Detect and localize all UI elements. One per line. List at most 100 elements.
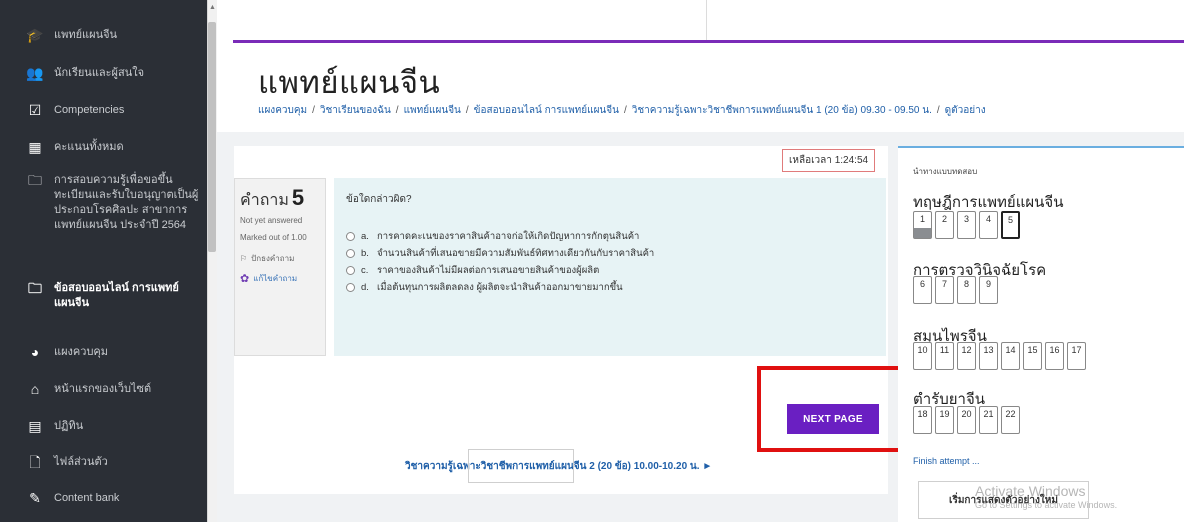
nav-question-button[interactable]: 20 [957, 406, 976, 434]
nav-question-button[interactable]: 21 [979, 406, 998, 434]
graduation-cap-icon: 🎓 [26, 27, 44, 43]
question-content: ข้อใดกล่าวผิด? a. การคาดคะเนของราคาสินค้… [334, 178, 886, 356]
next-link-tooltip-box [468, 449, 574, 483]
nav-question-button[interactable]: 22 [1001, 406, 1020, 434]
answer-letter: a. [361, 231, 369, 242]
sidebar-item-label: Competencies [54, 104, 125, 116]
breadcrumb-course[interactable]: แพทย์แผนจีน [404, 105, 461, 116]
sidebar-item-private-files[interactable]: 🗋 ไฟล์ส่วนตัว [0, 455, 207, 470]
scroll-up-arrow-icon[interactable]: ▲ [209, 4, 216, 11]
sidebar-item-participants[interactable]: 👥 นักเรียนและผู้สนใจ [0, 66, 207, 81]
folder-icon: 🗀 [28, 280, 42, 296]
sidebar-item-label: แพทย์แผนจีน [54, 29, 118, 41]
sidebar-item-label: ปฏิทิน [54, 420, 84, 432]
breadcrumb: แผงควบคุม / วิชาเรียนของฉัน / แพทย์แผนจีน / ข้… [258, 105, 986, 116]
nav-question-button[interactable]: 1 [913, 211, 932, 239]
flag-icon: ⚐ [240, 254, 248, 263]
nav-section-buttons: 10 11 12 13 14 15 16 17 [913, 342, 1086, 370]
nav-question-button[interactable]: 11 [935, 342, 954, 370]
nav-question-button[interactable]: 13 [979, 342, 998, 370]
edit-question-link[interactable]: ✿ แก้ไขคำถาม [240, 272, 320, 285]
nav-question-button-current[interactable]: 5 [1001, 211, 1020, 239]
nav-question-button[interactable]: 14 [1001, 342, 1020, 370]
nav-question-button[interactable]: 15 [1023, 342, 1042, 370]
nav-question-button[interactable]: 7 [935, 276, 954, 304]
nav-section-buttons: 1 2 3 4 5 [913, 211, 1020, 239]
radio-button[interactable] [346, 232, 355, 241]
sidebar-item-label: แผงควบคุม [54, 346, 109, 358]
answer-option-b[interactable]: b. จำนวนสินค้าที่เสนอขายมีความสัมพันธ์ทิ… [346, 246, 886, 261]
nav-question-button[interactable]: 18 [913, 406, 932, 434]
page-title: แพทย์แผนจีน [258, 65, 441, 101]
scrollbar-thumb[interactable] [208, 22, 216, 252]
sidebar-item-label: หน้าแรกของเว็บไซต์ [54, 383, 152, 395]
edit-question-label: แก้ไขคำถาม [253, 274, 298, 283]
answer-letter: c. [361, 265, 369, 276]
sidebar-item-dashboard[interactable]: ◕ แผงควบคุม [0, 345, 207, 360]
nav-question-button[interactable]: 10 [913, 342, 932, 370]
nav-question-button[interactable]: 16 [1045, 342, 1064, 370]
nav-question-button[interactable]: 4 [979, 211, 998, 239]
question-info: คำถาม 5 Not yet answered Marked out of 1.… [234, 178, 326, 356]
nav-question-button[interactable]: 9 [979, 276, 998, 304]
sidebar-item-course[interactable]: 🎓 แพทย์แผนจีน [0, 28, 207, 43]
topbar-divider [706, 0, 707, 40]
nav-question-button[interactable]: 12 [957, 342, 976, 370]
question-status: Not yet answered [240, 216, 303, 225]
sidebar: 🎓 แพทย์แผนจีน 👥 นักเรียนและผู้สนใจ ☑ Com… [0, 0, 207, 522]
header-accent-line [233, 40, 1184, 43]
answer-letter: b. [361, 248, 369, 259]
sidebar-item-content-bank[interactable]: ✎ Content bank [0, 491, 207, 506]
sidebar-item-label: นักเรียนและผู้สนใจ [54, 67, 145, 79]
breadcrumb-dashboard[interactable]: แผงควบคุม [258, 105, 307, 116]
sidebar-item-site-home[interactable]: ⌂ หน้าแรกของเว็บไซต์ [0, 382, 207, 397]
answer-letter: d. [361, 282, 369, 293]
nav-question-button[interactable]: 2 [935, 211, 954, 239]
nav-question-button[interactable]: 3 [957, 211, 976, 239]
answer-text: เมื่อต้นทุนการผลิตลดลง ผู้ผลิตจะนำสินค้า… [377, 282, 623, 293]
paintbrush-icon: ✎ [29, 490, 41, 506]
breadcrumb-quiz[interactable]: วิชาความรู้เฉพาะวิชาชีพการแพทย์แผนจีน 1 … [632, 105, 932, 116]
watermark-line-1: Activate Windows [975, 483, 1086, 499]
sidebar-item-grades[interactable]: ▦ คะแนนทั้งหมด [0, 140, 207, 155]
sidebar-item-label: ข้อสอบออนไลน์ การแพทย์แผนจีน [54, 282, 179, 309]
flag-question-link[interactable]: ⚐ ปักธงคำถาม [240, 252, 320, 265]
nav-question-button[interactable]: 19 [935, 406, 954, 434]
file-icon: 🗋 [29, 454, 41, 470]
highlight-box [757, 366, 908, 452]
answer-text: จำนวนสินค้าที่เสนอขายมีความสัมพันธ์ทิศทา… [377, 248, 655, 259]
answer-text: ราคาของสินค้าไม่มีผลต่อการเสนอขายสินค้าข… [377, 265, 600, 276]
radio-button[interactable] [346, 249, 355, 258]
flag-question-label: ปักธงคำถาม [251, 254, 295, 263]
finish-attempt-link[interactable]: Finish attempt ... [913, 456, 980, 466]
answer-option-a[interactable]: a. การคาดคะเนของราคาสินค้าอาจก่อให้เกิดป… [346, 229, 886, 244]
sidebar-item-label: ไฟล์ส่วนตัว [54, 456, 108, 468]
gear-icon: ✿ [240, 273, 250, 285]
sidebar-item-competencies[interactable]: ☑ Competencies [0, 103, 207, 118]
nav-question-button[interactable]: 6 [913, 276, 932, 304]
sidebar-item-calendar[interactable]: ▤ ปฏิทิน [0, 419, 207, 434]
users-icon: 👥 [26, 65, 44, 81]
sidebar-item-label: คะแนนทั้งหมด [54, 141, 124, 153]
breadcrumb-preview[interactable]: ดูตัวอย่าง [945, 105, 986, 116]
quiz-timer: เหลือเวลา 1:24:54 [782, 149, 876, 172]
answer-option-d[interactable]: d. เมื่อต้นทุนการผลิตลดลง ผู้ผลิตจะนำสิน… [346, 280, 886, 295]
answer-text: การคาดคะเนของราคาสินค้าอาจก่อให้เกิดปัญห… [377, 231, 640, 242]
answer-option-c[interactable]: c. ราคาของสินค้าไม่มีผลต่อการเสนอขายสินค… [346, 263, 886, 278]
nav-question-button[interactable]: 8 [957, 276, 976, 304]
nav-section-buttons: 6 7 8 9 [913, 276, 998, 304]
folder-icon: 🗀 [28, 172, 42, 188]
sidebar-item-label: Content bank [54, 492, 120, 504]
nav-question-button[interactable]: 17 [1067, 342, 1086, 370]
breadcrumb-online-exam[interactable]: ข้อสอบออนไลน์ การแพทย์แผนจีน [474, 105, 619, 116]
sidebar-item-online-exam[interactable]: 🗀 ข้อสอบออนไลน์ การแพทย์แผนจีน [0, 281, 207, 311]
checkbox-icon: ☑ [28, 102, 42, 118]
sidebar-item-exam-registration[interactable]: 🗀 การสอบความรู้เพื่อขอขึ้นทะเบียนและรับใ… [0, 173, 207, 233]
breadcrumb-my-courses[interactable]: วิชาเรียนของฉัน [320, 105, 391, 116]
answer-list: a. การคาดคะเนของราคาสินค้าอาจก่อให้เกิดป… [346, 229, 886, 295]
calendar-icon: ▤ [28, 418, 42, 434]
dashboard-icon: ◕ [30, 344, 40, 360]
watermark-line-2: Go to Settings to activate Windows. [975, 500, 1118, 510]
radio-button[interactable] [346, 266, 355, 275]
radio-button[interactable] [346, 283, 355, 292]
